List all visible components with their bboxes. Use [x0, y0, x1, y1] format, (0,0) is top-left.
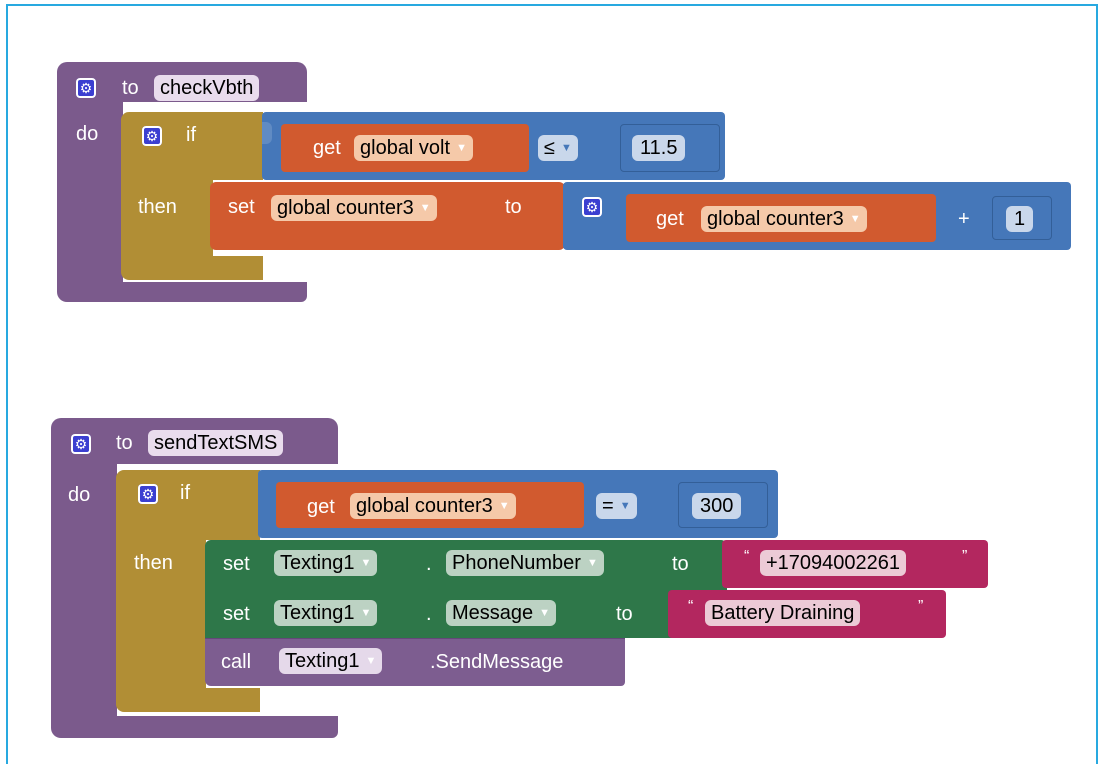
get-label: get — [307, 496, 335, 518]
dropdown-arrow-icon: ▼ — [560, 142, 572, 154]
dropdown-arrow-icon: ▼ — [539, 607, 551, 619]
component-name: Texting1 — [280, 552, 355, 574]
close-quote-icon: ” — [962, 548, 968, 565]
text-value[interactable]: +17094002261 — [760, 550, 907, 576]
procedure-footer — [57, 282, 307, 302]
dropdown-arrow-icon: ▼ — [360, 607, 372, 619]
variable-dropdown[interactable]: global volt ▼ — [354, 135, 473, 161]
dropdown-arrow-icon: ▼ — [360, 557, 372, 569]
variable-name: global counter3 — [356, 495, 493, 517]
operator-text: ≤ — [544, 137, 555, 159]
open-quote-icon: “ — [744, 548, 750, 565]
gear-icon[interactable]: ⚙ — [138, 484, 158, 504]
property-dropdown[interactable]: PhoneNumber ▼ — [446, 550, 604, 576]
if-block-footer — [116, 688, 260, 712]
text-value[interactable]: Battery Draining — [705, 600, 861, 626]
component-name: Texting1 — [285, 650, 360, 672]
number-value[interactable]: 300 — [692, 493, 742, 519]
operator-dropdown[interactable]: ≤ ▼ — [538, 135, 578, 161]
call-label: call — [221, 651, 252, 673]
get-label: get — [313, 137, 341, 159]
dropdown-arrow-icon: ▼ — [619, 500, 631, 512]
variable-dropdown[interactable]: global counter3 ▼ — [271, 195, 437, 221]
set-label: set — [223, 603, 250, 625]
gear-icon[interactable]: ⚙ — [582, 197, 602, 217]
do-label: do — [76, 123, 99, 145]
variable-dropdown[interactable]: global counter3 ▼ — [350, 493, 516, 519]
then-label: then — [134, 552, 173, 574]
dropdown-arrow-icon: ▼ — [456, 142, 467, 154]
procedure-name-field[interactable]: sendTextSMS — [148, 430, 284, 456]
procedure-name-field[interactable]: checkVbth — [154, 75, 260, 101]
component-dropdown[interactable]: Texting1 ▼ — [279, 648, 383, 674]
gear-icon[interactable]: ⚙ — [142, 126, 162, 146]
if-block-left — [121, 180, 213, 260]
procedure-name-text: sendTextSMS — [154, 432, 278, 454]
if-block[interactable] — [116, 470, 260, 540]
method-name: .SendMessage — [430, 651, 564, 673]
if-label: if — [186, 124, 196, 146]
open-quote-icon: “ — [688, 598, 694, 615]
do-label: do — [68, 484, 91, 506]
procedure-to-label: to — [116, 432, 133, 454]
dropdown-arrow-icon: ▼ — [586, 557, 598, 569]
dropdown-arrow-icon: ▼ — [419, 202, 431, 214]
operator-text: = — [602, 495, 614, 517]
close-quote-icon: ” — [918, 598, 924, 615]
dot-separator: . — [426, 603, 432, 625]
to-label: to — [505, 196, 522, 218]
variable-dropdown[interactable]: global counter3 ▼ — [701, 206, 867, 232]
variable-name: global counter3 — [277, 197, 414, 219]
text-literal: Battery Draining — [711, 602, 855, 624]
property-name: Message — [452, 602, 534, 624]
if-block[interactable] — [121, 112, 263, 180]
variable-name: global volt — [360, 137, 451, 159]
component-name: Texting1 — [280, 602, 355, 624]
procedure-footer — [51, 716, 338, 738]
variable-name: global counter3 — [707, 208, 844, 230]
set-label: set — [223, 553, 250, 575]
get-label: get — [656, 208, 684, 230]
number-value[interactable]: 11.5 — [632, 135, 686, 161]
plus-operator: + — [958, 208, 970, 230]
number-value[interactable]: 1 — [1006, 206, 1034, 232]
procedure-name-text: checkVbth — [160, 77, 254, 99]
operator-dropdown[interactable]: = ▼ — [596, 493, 637, 519]
if-block-footer — [121, 256, 263, 280]
dropdown-arrow-icon: ▼ — [849, 213, 861, 225]
gear-icon[interactable]: ⚙ — [76, 78, 96, 98]
dot-separator: . — [426, 553, 432, 575]
dropdown-arrow-icon: ▼ — [365, 655, 377, 667]
procedure-to-label: to — [122, 77, 139, 99]
property-name: PhoneNumber — [452, 552, 581, 574]
input-notch — [262, 122, 272, 144]
then-label: then — [138, 196, 177, 218]
gear-icon[interactable]: ⚙ — [71, 434, 91, 454]
component-dropdown[interactable]: Texting1 ▼ — [274, 600, 378, 626]
dropdown-arrow-icon: ▼ — [498, 500, 510, 512]
component-dropdown[interactable]: Texting1 ▼ — [274, 550, 378, 576]
text-literal: +17094002261 — [766, 552, 901, 574]
to-label: to — [616, 603, 633, 625]
if-label: if — [180, 482, 190, 504]
set-label: set — [228, 196, 255, 218]
to-label: to — [672, 553, 689, 575]
property-dropdown[interactable]: Message ▼ — [446, 600, 557, 626]
